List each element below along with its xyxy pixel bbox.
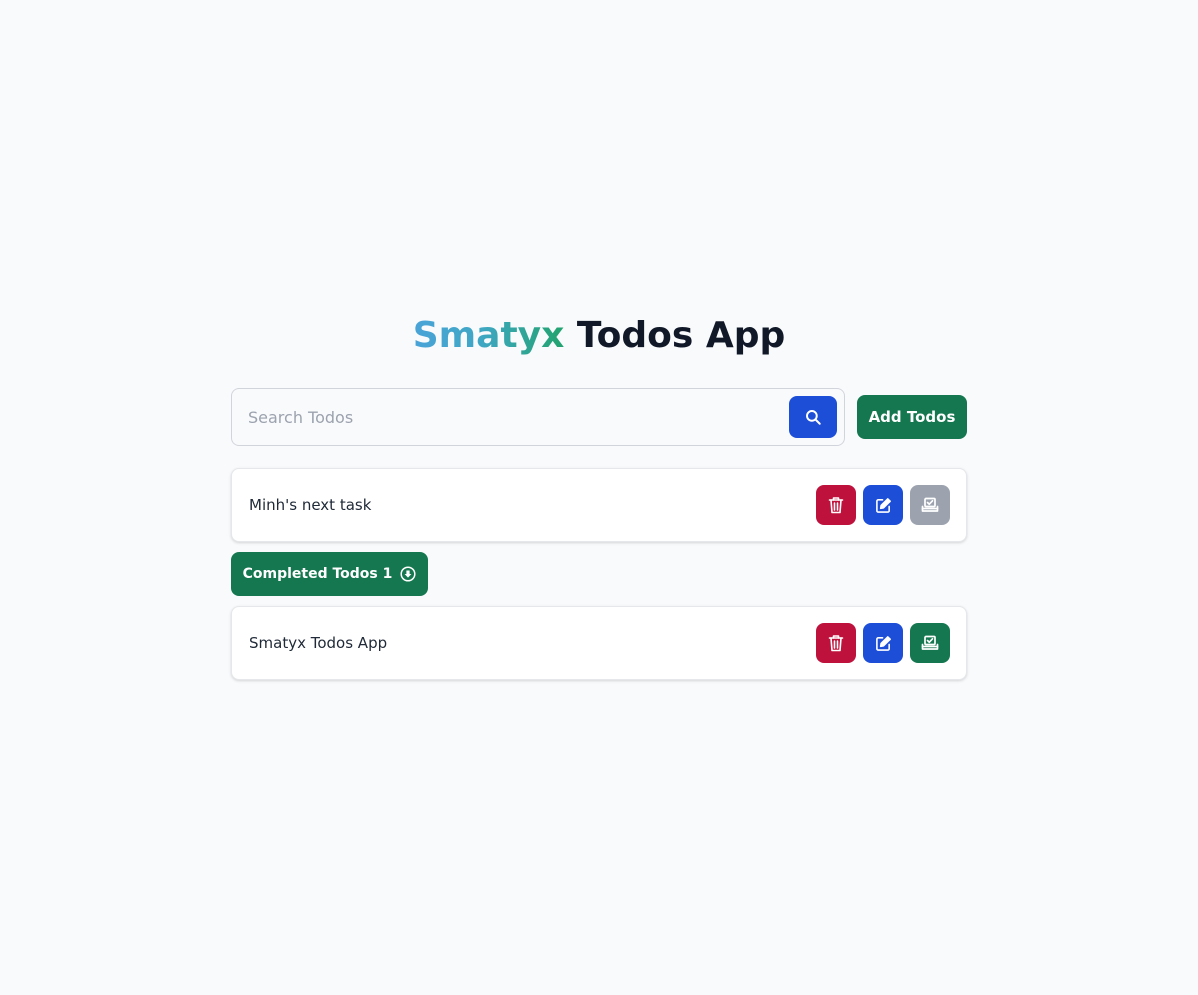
pending-todo-list: Minh's next task xyxy=(231,468,967,542)
trash-icon xyxy=(828,497,844,514)
completed-todos-toggle[interactable]: Completed Todos 1 xyxy=(231,552,428,596)
check-tray-icon xyxy=(921,635,939,650)
edit-icon xyxy=(875,635,891,651)
todo-text: Smatyx Todos App xyxy=(249,634,388,652)
page-title: Smatyx Todos App xyxy=(231,312,967,360)
todo-item: Smatyx Todos App xyxy=(231,606,967,680)
complete-button[interactable] xyxy=(910,485,950,525)
todo-item: Minh's next task xyxy=(231,468,967,542)
search-button[interactable] xyxy=(789,396,837,438)
delete-button[interactable] xyxy=(816,623,856,663)
trash-icon xyxy=(828,635,844,652)
todo-app: Smatyx Todos App Add Todos Minh's next t… xyxy=(231,312,967,680)
title-text: Todos App xyxy=(564,315,786,356)
arrow-down-circle-icon xyxy=(400,566,416,582)
completed-count: 1 xyxy=(382,566,393,582)
toolbar: Add Todos xyxy=(231,388,967,446)
check-tray-icon xyxy=(921,497,939,512)
todo-text: Minh's next task xyxy=(249,496,372,514)
complete-button[interactable] xyxy=(910,623,950,663)
add-todos-button[interactable]: Add Todos xyxy=(857,395,967,439)
todo-actions xyxy=(816,485,950,525)
completed-todo-list: Smatyx Todos App xyxy=(231,606,967,680)
delete-button[interactable] xyxy=(816,485,856,525)
edit-button[interactable] xyxy=(863,623,903,663)
search-box xyxy=(231,388,845,446)
search-icon xyxy=(806,410,821,425)
todo-actions xyxy=(816,623,950,663)
edit-icon xyxy=(875,497,891,513)
brand-name: Smatyx xyxy=(412,315,565,356)
completed-todos-label: Completed Todos 1 xyxy=(242,566,393,582)
edit-button[interactable] xyxy=(863,485,903,525)
search-input[interactable] xyxy=(232,389,844,445)
